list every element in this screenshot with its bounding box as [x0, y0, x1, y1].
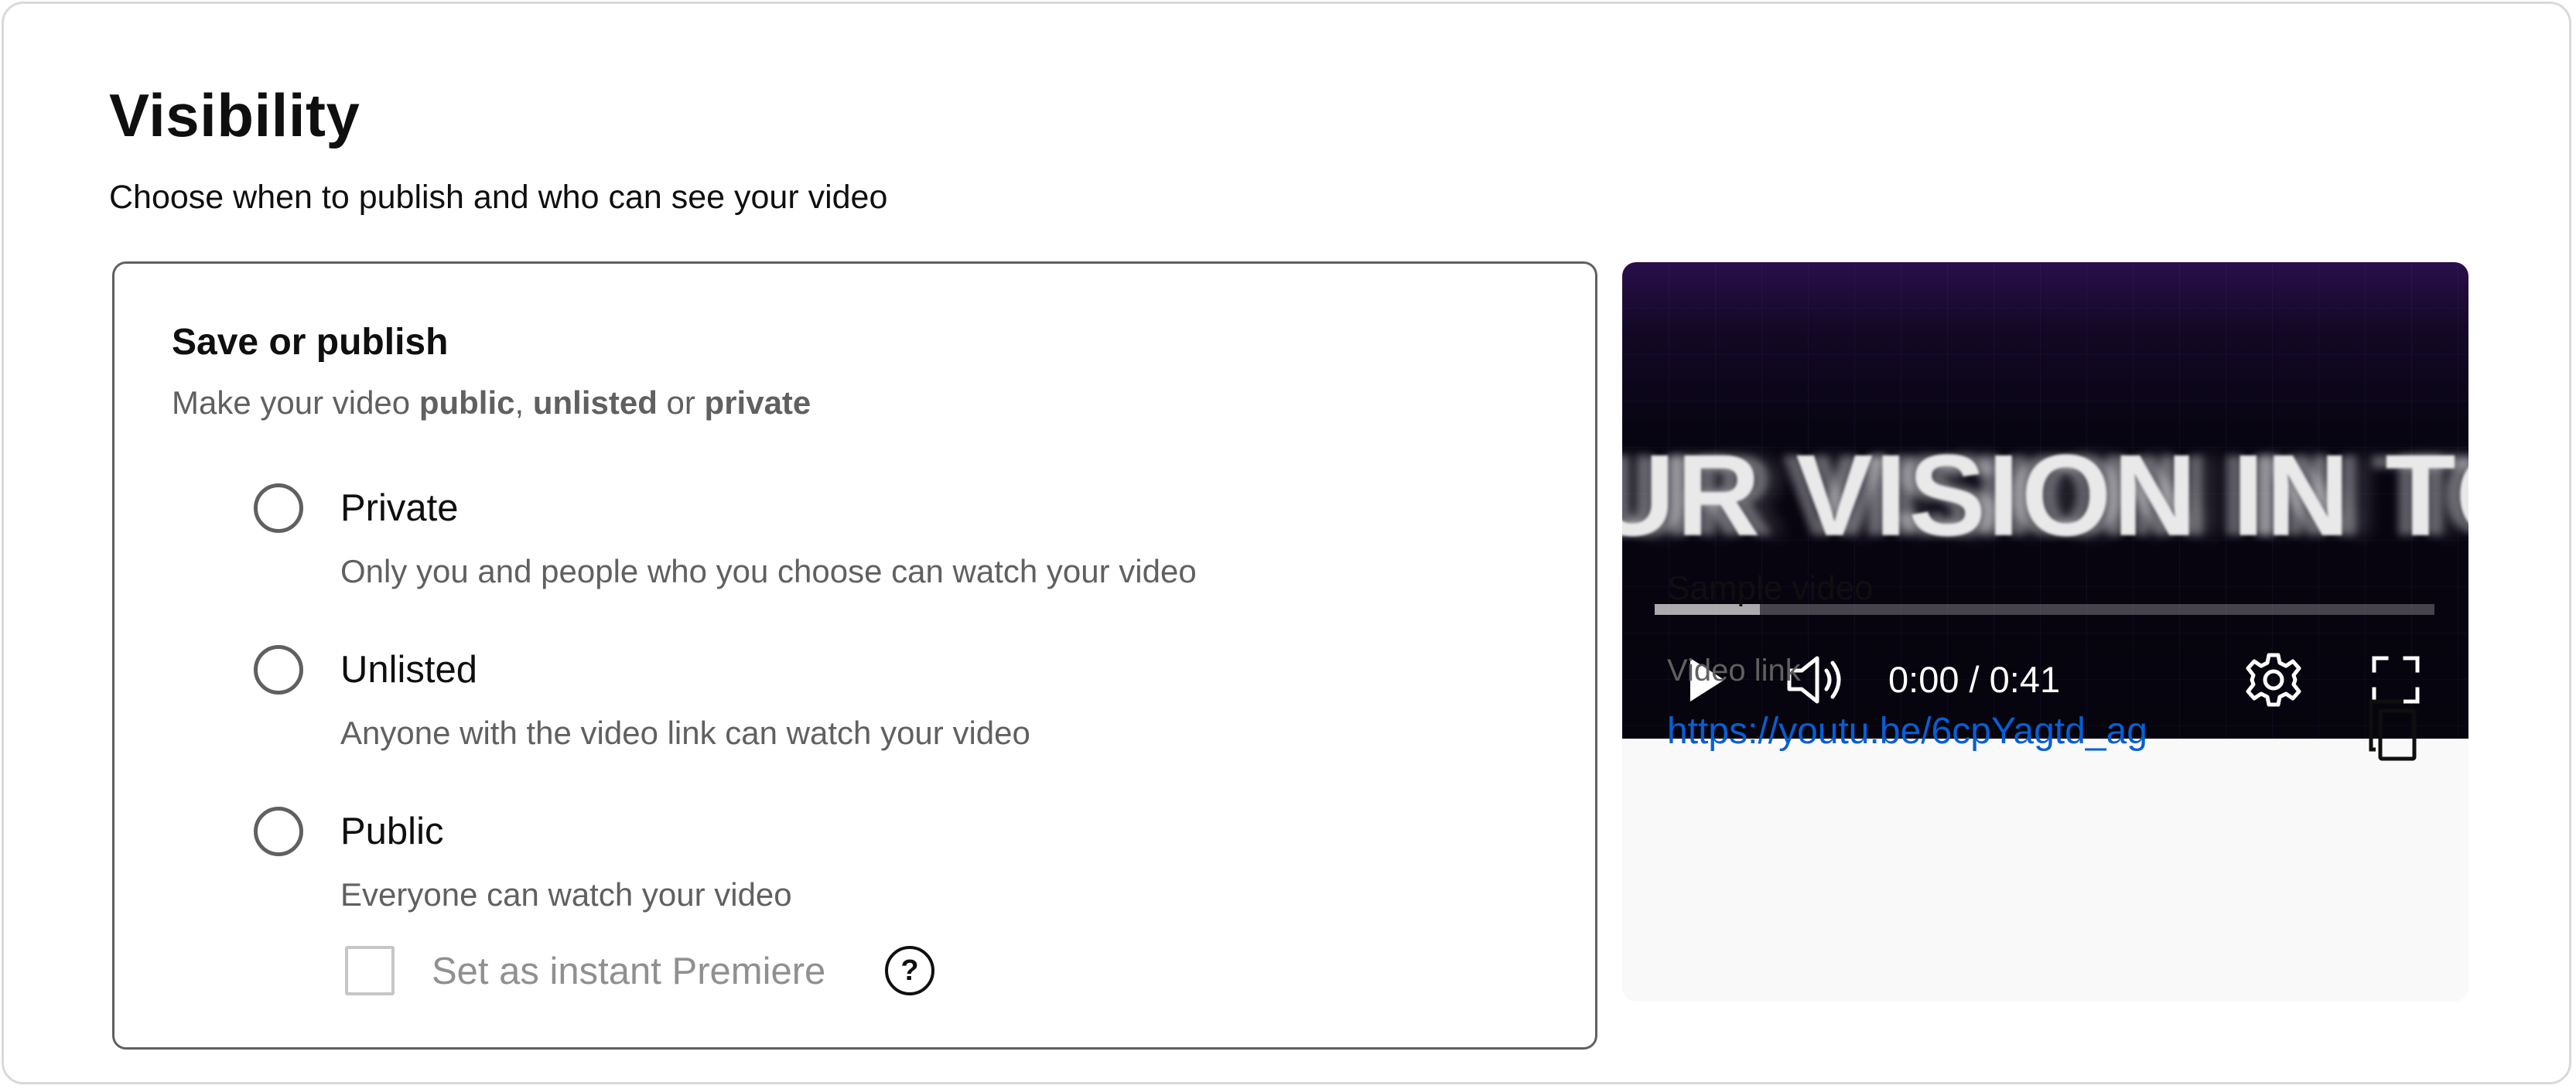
card-subtitle-unlisted: unlisted — [532, 384, 658, 421]
video-link[interactable]: https://youtu.be/6cpYagtd_ag — [1667, 708, 2147, 756]
option-description: Only you and people who you choose can w… — [340, 553, 1197, 589]
page-subtitle: Choose when to publish and who can see y… — [109, 179, 888, 216]
visibility-panel: Visibility Choose when to publish and wh… — [2, 2, 2571, 1084]
settings-button[interactable] — [2243, 649, 2304, 711]
instant-premiere-checkbox — [345, 946, 395, 995]
video-link-label: Video link — [1667, 654, 1801, 688]
visibility-option-private[interactable]: Private Only you and people who you choo… — [254, 477, 1414, 609]
card-subtitle: Make your video public, unlisted or priv… — [172, 381, 811, 425]
instant-premiere-option: Set as instant Premiere ? — [345, 944, 1041, 999]
private-radio[interactable] — [254, 483, 303, 533]
card-subtitle-sep: or — [657, 384, 705, 421]
card-subtitle-private: private — [704, 384, 811, 421]
copy-link-button[interactable] — [2363, 695, 2425, 765]
option-label[interactable]: Public — [340, 801, 443, 862]
option-description: Everyone can watch your video — [340, 876, 792, 913]
public-radio[interactable] — [254, 807, 303, 856]
card-subtitle-prefix: Make your video — [172, 384, 419, 421]
settings-gear-icon — [2246, 653, 2301, 707]
card-subtitle-public: public — [419, 384, 515, 421]
card-title: Save or publish — [172, 322, 449, 363]
visibility-option-public[interactable]: Public Everyone can watch your video — [254, 801, 1414, 932]
instant-premiere-label: Set as instant Premiere — [432, 951, 826, 992]
visibility-option-unlisted[interactable]: Unlisted Anyone with the video link can … — [254, 639, 1414, 770]
option-description: Anyone with the video link can watch you… — [340, 715, 1030, 751]
help-icon[interactable]: ? — [885, 946, 934, 995]
unlisted-radio[interactable] — [254, 645, 303, 695]
copy-icon — [2369, 699, 2417, 761]
page-title: Visibility — [109, 81, 360, 149]
video-name: Sample video — [1667, 569, 1874, 607]
video-frame-text: UR VISION IN TO — [1622, 430, 2468, 560]
card-subtitle-sep: , — [514, 384, 533, 421]
save-or-publish-card: Save or publish Make your video public, … — [112, 261, 1597, 1050]
video-preview-card: UR VISION IN TO 0:00 / 0:41 — [1622, 262, 2468, 1002]
video-info — [1622, 739, 2468, 1002]
option-label[interactable]: Unlisted — [340, 639, 477, 701]
time-display: 0:00 / 0:41 — [1888, 659, 2061, 700]
option-label[interactable]: Private — [340, 477, 459, 539]
